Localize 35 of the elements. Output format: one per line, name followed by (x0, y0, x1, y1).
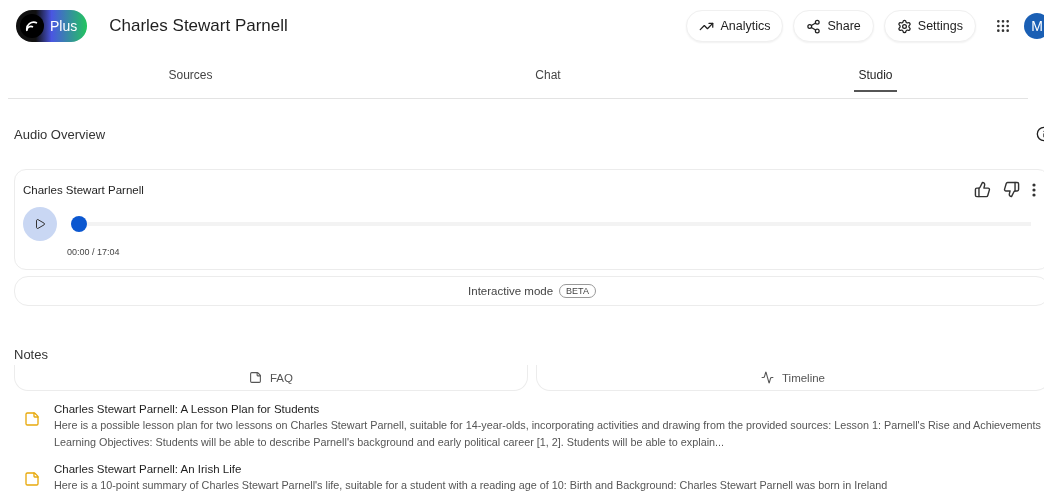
settings-icon (896, 18, 912, 34)
logo-icon (20, 14, 44, 38)
grid-icon (995, 18, 1011, 34)
interactive-mode-button[interactable]: Interactive mode BETA (14, 276, 1044, 306)
notebook-title: Charles Stewart Parnell (109, 16, 289, 36)
note-icon (24, 411, 40, 427)
progress-handle[interactable] (71, 216, 87, 232)
user-avatar[interactable]: M (1024, 13, 1044, 39)
tab[interactable]: Sources (8, 52, 373, 98)
more-icon (1032, 182, 1036, 197)
note-title[interactable]: Charles Stewart Parnell: A Lesson Plan for Students (54, 403, 1044, 415)
plus-logo[interactable]: Plus (16, 10, 88, 42)
analytics-button[interactable]: Analytics (686, 10, 784, 42)
playback-time: 00:00 / 17:04 (67, 247, 120, 257)
settings-button[interactable]: Settings (883, 10, 976, 42)
note-title[interactable]: Charles Stewart Parnell: An Irish Life (54, 463, 888, 475)
section-heading: Audio Overview (14, 126, 106, 142)
thumbs-up-icon (974, 181, 991, 198)
play-icon (34, 218, 46, 230)
tab[interactable]: Studio (723, 52, 1028, 98)
note-preview: Here is a possible lesson plan for two lessons on Charles Stewart Parnell, suitable for 14-year-olds, incorporating activities and drawing from the provided sources: Lesson 1: Parnell's Rise and Achievements Learning Objectives: Students will be able to describe Parnell's background and early political career [1, 2]. Students will be able to explain... (54, 418, 1042, 450)
thumbs-down-icon (1003, 181, 1020, 198)
tab[interactable]: Chat (373, 52, 723, 98)
line-chart-icon (761, 371, 774, 384)
share-icon (806, 18, 822, 34)
note-icon (249, 371, 262, 384)
faq-button[interactable]: FAQ (14, 365, 528, 391)
note-preview: Here is a 10-point summary of Charles Stewart Parnell's life, suitable for a student with a reading age of 10: Birth and Background: Charles Stewart Parnell was born in Ireland (54, 478, 888, 493)
share-button[interactable]: Share (793, 10, 874, 42)
section-heading: Notes (14, 347, 48, 362)
timeline-button[interactable]: Timeline (536, 365, 1044, 391)
play-button[interactable] (23, 207, 57, 241)
audio-title: Charles Stewart Parnell (23, 183, 145, 196)
plan-label: Plus (50, 18, 78, 34)
note-icon (24, 471, 40, 487)
